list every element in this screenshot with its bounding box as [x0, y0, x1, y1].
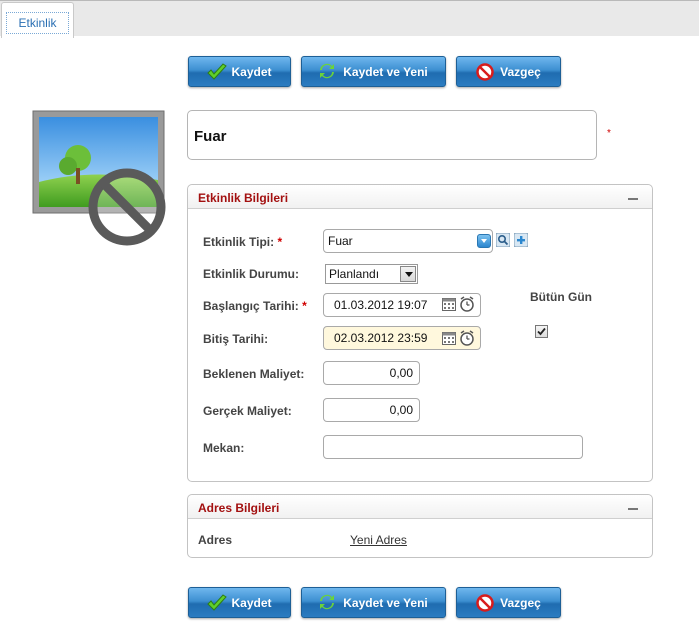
event-type-value: Fuar — [328, 234, 353, 248]
cancel-button[interactable]: Vazgeç — [456, 587, 561, 618]
event-status-value: Planlandı — [329, 267, 380, 281]
venue-input[interactable] — [323, 435, 583, 459]
all-day-label: Bütün Gün — [530, 290, 592, 304]
save-and-new-button[interactable]: Kaydet ve Yeni — [301, 56, 446, 87]
save-button[interactable]: Kaydet — [188, 587, 291, 618]
start-date-input[interactable]: 01.03.2012 19:07 — [323, 293, 481, 317]
refresh-icon — [319, 594, 337, 612]
add-icon[interactable] — [513, 232, 529, 248]
expected-cost-input[interactable]: 0,00 — [323, 361, 420, 385]
save-and-new-button[interactable]: Kaydet ve Yeni — [301, 587, 446, 618]
save-and-new-button-label: Kaydet ve Yeni — [343, 595, 428, 610]
check-icon — [207, 62, 228, 81]
event-status-select[interactable]: Planlandı — [325, 264, 418, 284]
actual-cost-input[interactable]: 0,00 — [323, 398, 420, 422]
event-name-input[interactable]: Fuar — [187, 110, 597, 160]
tab-label: Etkinlik — [6, 12, 69, 34]
cancel-button[interactable]: Vazgeç — [456, 56, 561, 87]
image-placeholder-icon — [32, 110, 166, 246]
dropdown-icon[interactable] — [477, 234, 491, 248]
calendar-icon[interactable] — [442, 297, 456, 314]
tab-etkinlik[interactable]: Etkinlik — [1, 2, 74, 38]
no-entry-icon — [476, 62, 494, 81]
address-label: Adres — [198, 533, 233, 547]
event-info-title: Etkinlik Bilgileri — [198, 191, 289, 205]
venue-label: Mekan: — [203, 441, 245, 455]
check-icon — [207, 593, 228, 612]
clock-icon[interactable] — [459, 330, 475, 349]
event-info-header: Etkinlik Bilgileri — [188, 185, 652, 209]
event-image[interactable] — [32, 110, 172, 250]
address-info-header: Adres Bilgileri — [188, 495, 652, 519]
clock-icon[interactable] — [459, 296, 475, 315]
end-date-input[interactable]: 02.03.2012 23:59 — [323, 326, 481, 350]
event-type-label: Etkinlik Tipi: * — [203, 235, 283, 249]
cancel-button-label: Vazgeç — [500, 64, 541, 79]
cancel-button-label: Vazgeç — [500, 595, 541, 610]
event-info-panel: Etkinlik Bilgileri Etkinlik Tipi: * Fuar… — [187, 184, 653, 482]
chevron-down-icon[interactable] — [400, 266, 416, 282]
new-address-link[interactable]: Yeni Adres — [350, 533, 407, 547]
minus-icon[interactable] — [628, 198, 638, 200]
address-info-panel: Adres Bilgileri Adres Yeni Adres — [187, 494, 653, 558]
event-type-input[interactable]: Fuar — [323, 229, 493, 253]
start-date-value: 01.03.2012 19:07 — [334, 298, 428, 312]
save-button-label: Kaydet — [231, 595, 272, 610]
refresh-icon — [319, 63, 337, 81]
all-day-checkbox[interactable] — [535, 325, 548, 338]
save-and-new-button-label: Kaydet ve Yeni — [343, 64, 428, 79]
address-info-title: Adres Bilgileri — [198, 501, 280, 515]
no-entry-icon — [476, 593, 494, 612]
top-toolbar: Kaydet Kaydet ve Yeni Vazgeç — [188, 56, 568, 88]
bottom-toolbar: Kaydet Kaydet ve Yeni Vazgeç — [188, 587, 568, 619]
calendar-icon[interactable] — [442, 331, 456, 348]
search-icon[interactable] — [495, 232, 511, 248]
name-required-mark: * — [607, 128, 611, 139]
save-button[interactable]: Kaydet — [188, 56, 291, 87]
expected-cost-label: Beklenen Maliyet: — [203, 367, 305, 381]
event-status-label: Etkinlik Durumu: — [203, 267, 300, 281]
tab-bar: Etkinlik — [0, 0, 699, 38]
end-date-label: Bitiş Tarihi: — [203, 332, 269, 346]
actual-cost-label: Gerçek Maliyet: — [203, 404, 292, 418]
end-date-value: 02.03.2012 23:59 — [334, 331, 428, 345]
save-button-label: Kaydet — [231, 64, 272, 79]
start-date-label: Başlangıç Tarihi: * — [203, 299, 307, 313]
minus-icon[interactable] — [628, 508, 638, 510]
